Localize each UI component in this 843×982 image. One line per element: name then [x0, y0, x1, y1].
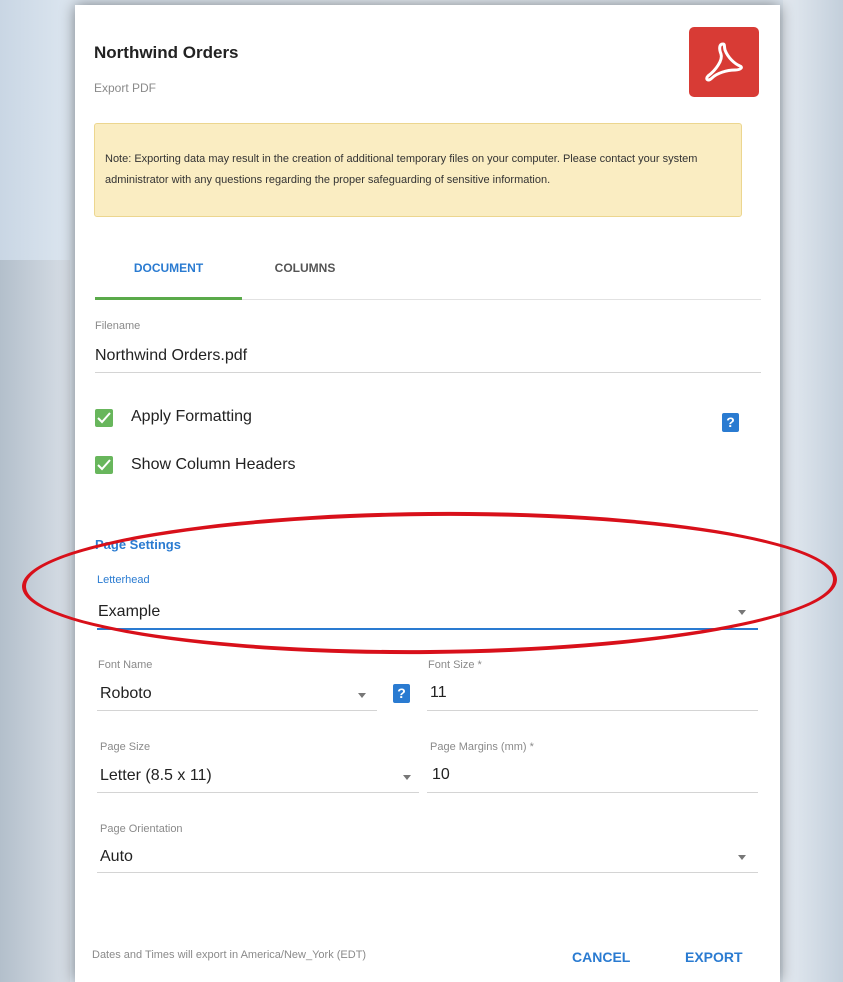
formatting-help-icon[interactable]: ?	[722, 413, 739, 432]
page-size-label: Page Size	[100, 741, 151, 753]
font-size-label: Font Size *	[428, 659, 482, 671]
dialog-subtitle: Export PDF	[94, 81, 157, 95]
tab-bar: DOCUMENT COLUMNS	[95, 255, 761, 300]
warning-note: Note: Exporting data may result in the c…	[94, 123, 742, 217]
show-column-headers-label: Show Column Headers	[131, 456, 296, 473]
letterhead-underline	[97, 628, 758, 630]
page-orientation-underline	[97, 872, 758, 873]
page-margins-input[interactable]: 10	[432, 766, 450, 784]
page-size-underline	[97, 792, 419, 793]
timezone-note: Dates and Times will export in America/N…	[92, 949, 367, 961]
page-size-select[interactable]: Letter (8.5 x 11)	[100, 767, 212, 785]
page-orientation-label: Page Orientation	[100, 823, 183, 835]
font-help-icon[interactable]: ?	[393, 684, 410, 703]
filename-underline	[95, 372, 761, 373]
apply-formatting-checkbox[interactable]	[95, 409, 113, 427]
tab-document[interactable]: DOCUMENT	[95, 255, 242, 300]
font-size-underline	[427, 710, 758, 711]
font-size-input[interactable]: 11	[430, 684, 447, 702]
font-name-select[interactable]: Roboto	[100, 685, 152, 703]
background-left	[0, 260, 70, 982]
page-margins-label: Page Margins (mm) *	[430, 741, 534, 753]
export-button[interactable]: EXPORT	[685, 949, 743, 965]
dialog-title: Northwind Orders	[94, 43, 239, 62]
cancel-button[interactable]: CANCEL	[572, 949, 630, 965]
check-icon	[97, 412, 111, 424]
pdf-file-icon	[705, 42, 743, 82]
font-name-dropdown-icon[interactable]	[358, 693, 366, 698]
check-icon	[97, 459, 111, 471]
filename-label: Filename	[95, 320, 141, 332]
letterhead-dropdown-icon[interactable]	[738, 610, 746, 615]
letterhead-select[interactable]: Example	[98, 603, 160, 621]
apply-formatting-label: Apply Formatting	[131, 408, 252, 425]
font-name-underline	[97, 710, 377, 711]
letterhead-label: Letterhead	[97, 574, 150, 586]
filename-input[interactable]: Northwind Orders.pdf	[95, 347, 247, 365]
export-pdf-dialog: Northwind Orders Export PDF Note: Export…	[75, 5, 780, 982]
page-settings-title: Page Settings	[95, 537, 181, 552]
page-size-dropdown-icon[interactable]	[403, 775, 411, 780]
page-orientation-select[interactable]: Auto	[100, 848, 133, 866]
background-right	[783, 0, 843, 982]
pdf-badge	[689, 27, 759, 97]
tab-columns[interactable]: COLUMNS	[260, 255, 350, 299]
show-column-headers-checkbox[interactable]	[95, 456, 113, 474]
font-name-label: Font Name	[98, 659, 153, 671]
page-margins-underline	[427, 792, 758, 793]
warning-note-text: Note: Exporting data may result in the c…	[105, 153, 698, 186]
page-orientation-dropdown-icon[interactable]	[738, 855, 746, 860]
